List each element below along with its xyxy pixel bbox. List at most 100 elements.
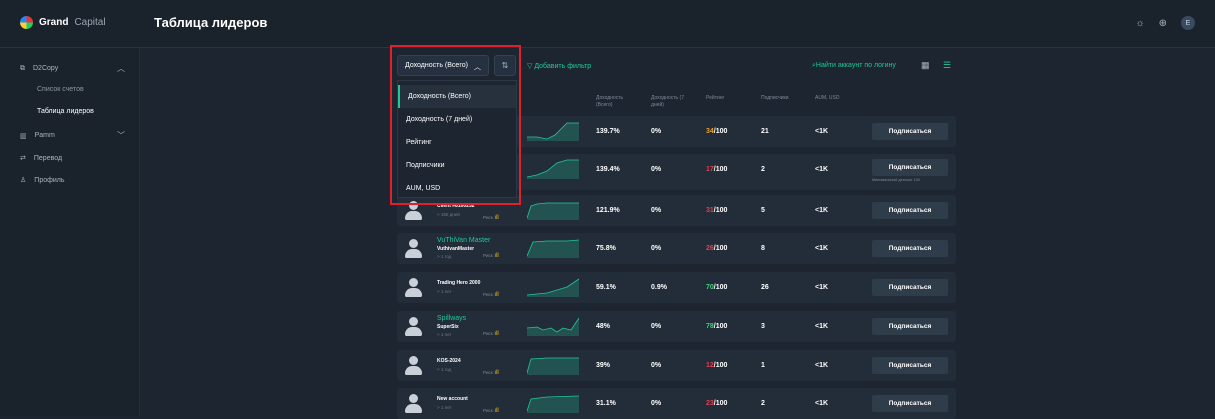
top-icons: ☼ ⊕ E [1135,16,1195,30]
risk-indicator: Риск ıll [483,408,499,414]
avatar-icon [405,317,422,336]
dropdown-option[interactable]: Подписчики [398,154,516,177]
sort-direction-button[interactable]: ⇅ [494,55,516,76]
add-filter-label: Добавить фильтр [534,63,592,70]
column-header[interactable]: Доходность (7 дней) [651,95,691,109]
sparkline-chart [527,395,579,413]
sidebar-item-d2copy[interactable]: ⧉ D2Copy ︿ [20,63,125,74]
table-row[interactable]: Trading Hero 2000 > 1 лет Риск ıll 59.1% 0.9… [397,272,956,303]
column-header[interactable]: Доходность (Всего) [596,95,636,109]
logo-icon [20,16,33,29]
cell-rating: 17/100 [706,166,727,173]
strategy-title[interactable]: VuThiVan Master [437,237,490,244]
sidebar-item-profile[interactable]: ♙ Профиль [20,176,125,185]
account-age: > 1 год [437,367,452,372]
sort-select-value: Доходность (Всего) [405,62,468,69]
globe-icon[interactable]: ⊕ [1159,18,1167,29]
theme-icon[interactable]: ☼ [1135,18,1144,29]
table-row[interactable]: KOS-2024 > 1 год Риск ıll 39% 0% 12/100 1 <1K По… [397,350,956,381]
avatar-body [405,366,422,375]
cell-ret-7d: 0% [651,207,662,214]
cell-aum: <1K [815,245,829,252]
account-login: Trading Hero 2000 [437,280,481,286]
sparkline-area [527,358,579,375]
avatar-head [409,394,418,403]
table-row[interactable]: New account > 1 лет Риск ıll 31.1% 0% 23/100 2… [397,388,956,419]
rating-value: 70 [706,284,714,291]
avatar-head [409,201,418,210]
subscribe-button[interactable]: Подписаться [872,395,948,412]
sort-select[interactable]: Доходность (Всего) ︿ [397,55,489,76]
avatar-head [409,356,418,365]
cell-ret-7d: 0% [651,362,662,369]
dropdown-option[interactable]: AUM, USD [398,177,516,200]
rating-value: 78 [706,323,714,330]
subscribe-button[interactable]: Подписаться [872,123,948,140]
find-account-link[interactable]: ⌕Найти аккаунт по логину [812,62,896,70]
sidebar-item-pamm[interactable]: ▥ Pamm ﹀ [20,130,125,141]
subscribe-button[interactable]: Подписаться [872,240,948,257]
rating-max: /100 [713,245,728,252]
rating-value: 31 [706,207,714,214]
dropdown-option[interactable]: Доходность (7 дней) [398,108,516,131]
logo-text-bold: Grand [39,17,69,28]
rating-value: 12 [706,362,714,369]
sparkline-chart [527,159,579,179]
chevron-up-icon: ︿ [117,64,125,73]
sidebar-item-transfer[interactable]: ⇄ Перевод [20,154,125,163]
risk-bars-icon: ıll [492,331,499,337]
subscribe-button[interactable]: Подписаться [872,357,948,374]
risk-bars-icon: ıll [492,292,499,298]
column-header[interactable]: Рейтинг [706,95,724,102]
sidebar-item-label: D2Copy [33,65,59,72]
risk-label: Риск [483,292,493,297]
chevron-up-icon: ︿ [474,64,481,71]
rating-value: 17 [706,166,714,173]
account-age: > 1 год [437,254,452,259]
avatar-icon [405,278,422,297]
avatar[interactable]: E [1181,16,1195,30]
cell-ret-7d: 0% [651,128,662,135]
avatar-body [405,327,422,336]
cell-aum: <1K [815,207,829,214]
sparkline-chart [527,122,579,141]
cell-ret-total: 139.4% [596,166,620,173]
table-row[interactable]: Spillways SuperSix > 1 лет Риск ıll 48% 0% 78/… [397,311,956,342]
avatar-body [405,288,422,297]
sparkline-chart [527,202,579,220]
risk-bars-icon: ıll [492,253,499,259]
subscribe-button[interactable]: Подписаться [872,318,948,335]
column-header[interactable]: AUM, USD [815,95,839,102]
table-row[interactable]: VuThiVan Master VuthivanMaster > 1 год Риск… [397,233,956,264]
copy-icon: ⧉ [20,64,25,72]
cell-rating: 70/100 [706,284,727,291]
pamm-icon: ▥ [20,132,27,140]
logo[interactable]: Grand Capital [20,16,106,29]
risk-label: Риск [483,253,493,258]
sidebar-item-leaderboard[interactable]: Таблица лидеров [37,108,94,115]
add-filter-button[interactable]: ▽ Добавить фильтр [527,62,591,70]
account-login: VuthivanMaster [437,246,475,252]
account-age: > 1 лет [437,289,452,294]
cell-subscribers: 8 [761,245,765,252]
list-view-icon[interactable]: ☰ [943,60,951,71]
dropdown-option[interactable]: Рейтинг [398,131,516,154]
sidebar-item-accounts[interactable]: Список счетов [37,86,84,93]
rating-value: 23 [706,400,714,407]
grid-view-icon[interactable]: ▦ [921,60,930,71]
find-account-label: Найти аккаунт по логину [815,62,896,69]
sparkline-area [527,203,579,220]
strategy-title[interactable]: Spillways [437,315,466,322]
dropdown-option[interactable]: Доходность (Всего) [398,85,516,108]
cell-subscribers: 26 [761,284,769,291]
cell-ret-7d: 0% [651,245,662,252]
account-age: > 190 дней [437,212,460,217]
subscribe-button[interactable]: Подписаться [872,202,948,219]
filter-icon: ▽ [527,63,533,70]
cell-ret-total: 121.9% [596,207,620,214]
subscribe-button[interactable]: Подписаться [872,279,948,296]
avatar-body [405,211,422,220]
avatar-body [405,404,422,413]
subscribe-button[interactable]: Подписаться [872,159,948,176]
column-header[interactable]: Подписчики [761,95,789,102]
